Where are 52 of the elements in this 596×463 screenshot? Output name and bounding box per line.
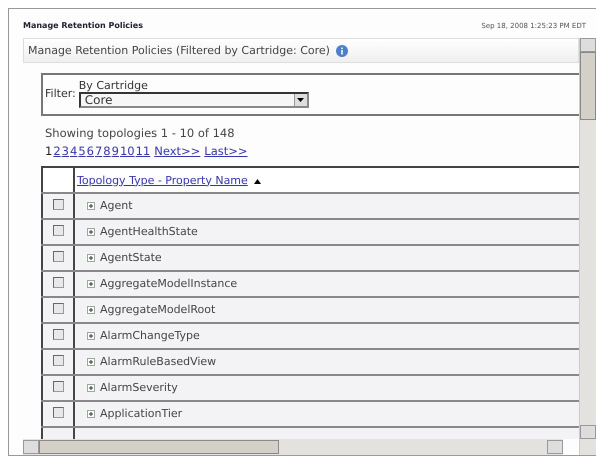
row-checkbox[interactable] [52,355,64,366]
caret-icon [294,94,307,106]
expand-icon[interactable] [87,410,95,418]
row-checkbox[interactable] [52,303,64,314]
page-link[interactable]: 5 [78,144,86,158]
page-link[interactable]: 9 [112,144,119,158]
cartridge-dropdown[interactable]: Core [78,92,309,108]
page-link[interactable]: 1 [45,144,52,158]
page-link[interactable]: Last>> [204,144,248,158]
row-checkbox[interactable] [52,225,64,236]
expand-icon[interactable] [87,358,95,366]
topology-name: AggregateModelRoot [100,303,216,316]
scroll-thumb[interactable] [39,440,279,454]
expand-icon[interactable] [87,254,95,262]
expand-icon[interactable] [87,332,95,340]
column-header-link[interactable]: Topology Type - Property Name [77,174,248,186]
row-checkbox[interactable] [52,199,64,210]
filter-label: Filter: [45,87,76,100]
topology-name: AlarmSeverity [100,381,178,394]
row-checkbox[interactable] [52,277,64,288]
info-icon[interactable] [336,44,348,56]
page-link[interactable]: 8 [103,144,111,158]
sort-ascending-icon [254,178,261,184]
page-link[interactable]: 7 [94,144,102,158]
row-checkbox[interactable] [52,329,64,340]
page-link[interactable]: 3 [62,144,69,158]
page-link[interactable]: 6 [86,144,94,158]
row-checkbox[interactable] [52,251,64,262]
page-link[interactable]: 10 [120,144,135,158]
expand-icon[interactable] [87,306,95,314]
row-checkbox[interactable] [52,381,64,392]
expand-icon[interactable] [87,280,95,288]
filter-caption: By Cartridge [78,79,149,92]
page-link[interactable]: 4 [70,144,78,158]
page-link[interactable]: 2 [53,144,61,158]
topology-name: AlarmRuleBasedView [100,355,216,368]
page-link[interactable]: Next>> [154,144,200,158]
topology-name: AgentState [100,251,162,264]
topology-name: AlarmChangeType [100,329,200,342]
scroll-thumb[interactable] [580,52,596,120]
topology-name: Agent [100,199,133,212]
row-checkbox[interactable] [52,407,64,418]
topology-name: AgentHealthState [100,225,198,238]
expand-icon[interactable] [87,228,95,236]
expand-icon[interactable] [87,202,95,210]
topology-name: AggregateModelInstance [100,277,238,290]
topology-name: ApplicationTier [100,407,182,420]
panel-title: Manage Retention Policies (Filtered by Cartridge: Core) [28,44,330,57]
page-title: Manage Retention Policies [23,21,143,30]
expand-icon[interactable] [87,384,95,392]
page-link[interactable]: 11 [136,144,150,158]
results-summary: Showing topologies 1 - 10 of 148 [45,126,236,140]
